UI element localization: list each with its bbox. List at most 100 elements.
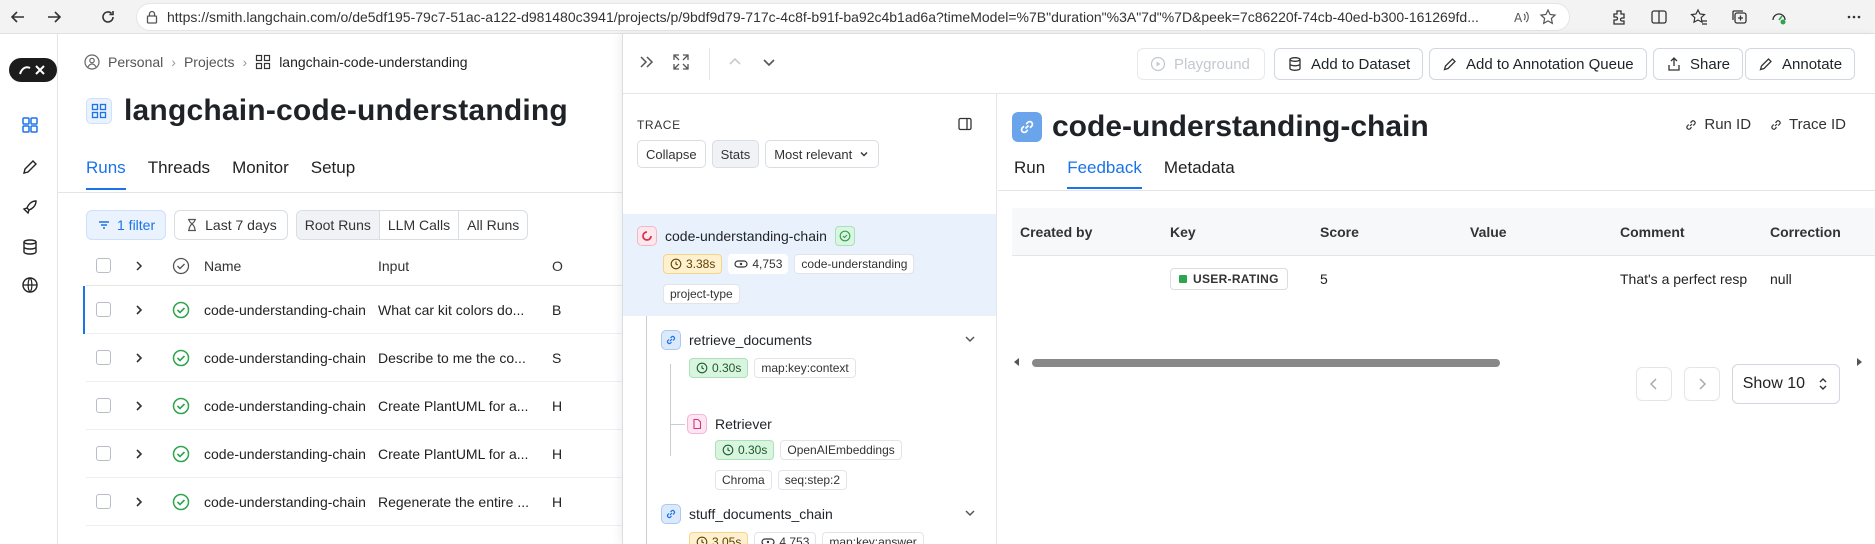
breadcrumb-personal[interactable]: Personal bbox=[108, 54, 163, 70]
breadcrumb-current[interactable]: langchain-code-understanding bbox=[279, 54, 467, 70]
sidebar-toggle-icon[interactable] bbox=[957, 116, 973, 132]
created-by-header[interactable]: Created by bbox=[1012, 224, 1162, 240]
url-text[interactable]: https://smith.langchain.com/o/de5df195-7… bbox=[167, 9, 1513, 25]
trace-id-link[interactable]: Trace ID bbox=[1769, 116, 1846, 133]
tab-setup[interactable]: Setup bbox=[311, 158, 355, 190]
table-row[interactable]: code-understanding-chain Create PlantUML… bbox=[86, 430, 624, 478]
chevron-down-icon[interactable] bbox=[963, 506, 977, 520]
collapse-button[interactable]: Collapse bbox=[637, 140, 706, 168]
name-column-header[interactable]: Name bbox=[204, 258, 378, 274]
score-header[interactable]: Score bbox=[1312, 224, 1462, 240]
value-header[interactable]: Value bbox=[1462, 224, 1612, 240]
document-icon bbox=[687, 414, 707, 434]
pencil-icon[interactable] bbox=[19, 156, 41, 178]
tab-metadata[interactable]: Metadata bbox=[1164, 158, 1235, 189]
run-id-link[interactable]: Run ID bbox=[1684, 116, 1751, 133]
langsmith-logo[interactable] bbox=[9, 58, 57, 82]
tab-run[interactable]: Run bbox=[1014, 158, 1045, 189]
tag-badge: seq:step:2 bbox=[777, 470, 848, 490]
sort-label: Most relevant bbox=[774, 146, 853, 162]
detail-tabs: Run Feedback Metadata bbox=[1014, 158, 1235, 189]
select-all-checkbox[interactable] bbox=[95, 258, 111, 273]
row-checkbox[interactable] bbox=[95, 398, 111, 413]
trace-node-stuff-documents-chain[interactable]: stuff_documents_chain bbox=[661, 504, 833, 524]
lock-icon[interactable] bbox=[137, 10, 167, 24]
more-icon[interactable] bbox=[1836, 0, 1872, 34]
refresh-icon[interactable] bbox=[90, 0, 126, 34]
add-to-dataset-button[interactable]: Add to Dataset bbox=[1274, 48, 1424, 80]
scroll-right-icon[interactable] bbox=[1854, 357, 1864, 367]
sort-dropdown[interactable]: Most relevant bbox=[765, 140, 880, 168]
performance-icon[interactable] bbox=[1770, 8, 1788, 26]
expand-fullscreen-icon[interactable] bbox=[671, 52, 691, 72]
page-size-select[interactable]: Show 10 bbox=[1731, 364, 1840, 404]
globe-icon[interactable] bbox=[19, 274, 41, 296]
table-row[interactable]: code-understanding-chain Regenerate the … bbox=[86, 478, 624, 526]
read-aloud-icon[interactable]: A bbox=[1513, 8, 1531, 26]
table-row[interactable]: code-understanding-chain Create PlantUML… bbox=[86, 382, 624, 430]
collapse-panel-icon[interactable] bbox=[637, 52, 657, 72]
row-checkbox[interactable] bbox=[95, 494, 111, 509]
breadcrumb-projects[interactable]: Projects bbox=[184, 54, 235, 70]
filter-button[interactable]: 1 filter bbox=[86, 210, 167, 240]
collections-icon[interactable] bbox=[1730, 8, 1748, 26]
tag-badge: project-type bbox=[663, 284, 740, 304]
tab-monitor[interactable]: Monitor bbox=[232, 158, 289, 190]
feedback-key: USER-RATING bbox=[1193, 272, 1279, 286]
trace-node-retrieve-documents[interactable]: retrieve_documents bbox=[661, 330, 812, 350]
input-column-header[interactable]: Input bbox=[378, 258, 552, 274]
table-row[interactable]: USER-RATING 5 That's a perfect resp null bbox=[1012, 256, 1875, 302]
row-checkbox[interactable] bbox=[95, 446, 111, 461]
expand-row-icon[interactable] bbox=[120, 400, 158, 412]
address-bar[interactable]: https://smith.langchain.com/o/de5df195-7… bbox=[136, 3, 1570, 31]
output-column-header[interactable]: O bbox=[552, 258, 622, 274]
expand-row-icon[interactable] bbox=[120, 352, 158, 364]
time-range-button[interactable]: Last 7 days bbox=[174, 210, 288, 240]
row-checkbox[interactable] bbox=[95, 302, 111, 317]
next-page-button[interactable] bbox=[1683, 367, 1720, 401]
expand-row-icon[interactable] bbox=[120, 448, 158, 460]
table-row[interactable]: code-understanding-chain What car kit co… bbox=[83, 286, 624, 334]
expand-all-icon[interactable] bbox=[120, 260, 158, 272]
link-icon bbox=[1012, 112, 1042, 142]
tokens-badge: 4,753 bbox=[728, 254, 789, 274]
llm-calls-option[interactable]: LLM Calls bbox=[380, 211, 460, 239]
back-icon[interactable] bbox=[0, 0, 36, 34]
annotate-button[interactable]: Annotate bbox=[1745, 48, 1856, 80]
scroll-left-icon[interactable] bbox=[1012, 357, 1022, 367]
correction-header[interactable]: Correction bbox=[1762, 224, 1862, 240]
playground-button[interactable]: Playground bbox=[1137, 48, 1265, 80]
key-header[interactable]: Key bbox=[1162, 224, 1312, 240]
scrollbar-thumb[interactable] bbox=[1032, 359, 1500, 367]
extensions-icon[interactable] bbox=[1610, 8, 1628, 26]
rocket-icon[interactable] bbox=[19, 196, 41, 218]
all-runs-option[interactable]: All Runs bbox=[459, 211, 527, 239]
comment-header[interactable]: Comment bbox=[1612, 224, 1762, 240]
trace-id-label: Trace ID bbox=[1789, 116, 1846, 133]
previous-page-button[interactable] bbox=[1635, 367, 1672, 401]
previous-run-icon[interactable] bbox=[725, 52, 745, 72]
add-to-annotation-queue-button[interactable]: Add to Annotation Queue bbox=[1429, 48, 1647, 80]
database-icon[interactable] bbox=[19, 236, 41, 258]
expand-row-icon[interactable] bbox=[120, 496, 158, 508]
expand-row-icon[interactable] bbox=[120, 304, 158, 316]
status-column-icon bbox=[158, 257, 204, 275]
next-run-icon[interactable] bbox=[759, 52, 779, 72]
forward-icon[interactable] bbox=[36, 0, 72, 34]
share-button[interactable]: Share bbox=[1653, 48, 1744, 80]
tab-runs[interactable]: Runs bbox=[86, 158, 126, 190]
chevron-down-icon[interactable] bbox=[963, 332, 977, 346]
favorites-icon[interactable] bbox=[1690, 8, 1708, 26]
table-row[interactable]: code-understanding-chain Describe to me … bbox=[86, 334, 624, 382]
favorite-star-icon[interactable] bbox=[1539, 8, 1557, 26]
trace-node-retriever[interactable]: Retriever bbox=[687, 414, 772, 434]
root-runs-option[interactable]: Root Runs bbox=[296, 211, 380, 239]
tab-threads[interactable]: Threads bbox=[148, 158, 210, 190]
tab-feedback[interactable]: Feedback bbox=[1067, 158, 1142, 189]
stats-button[interactable]: Stats bbox=[711, 140, 760, 168]
run-title: code-understanding-chain bbox=[1012, 110, 1429, 144]
trace-node-root[interactable]: code-understanding-chain bbox=[637, 226, 855, 246]
row-checkbox[interactable] bbox=[95, 350, 111, 365]
projects-grid-icon[interactable] bbox=[19, 114, 41, 136]
split-screen-icon[interactable] bbox=[1650, 8, 1668, 26]
